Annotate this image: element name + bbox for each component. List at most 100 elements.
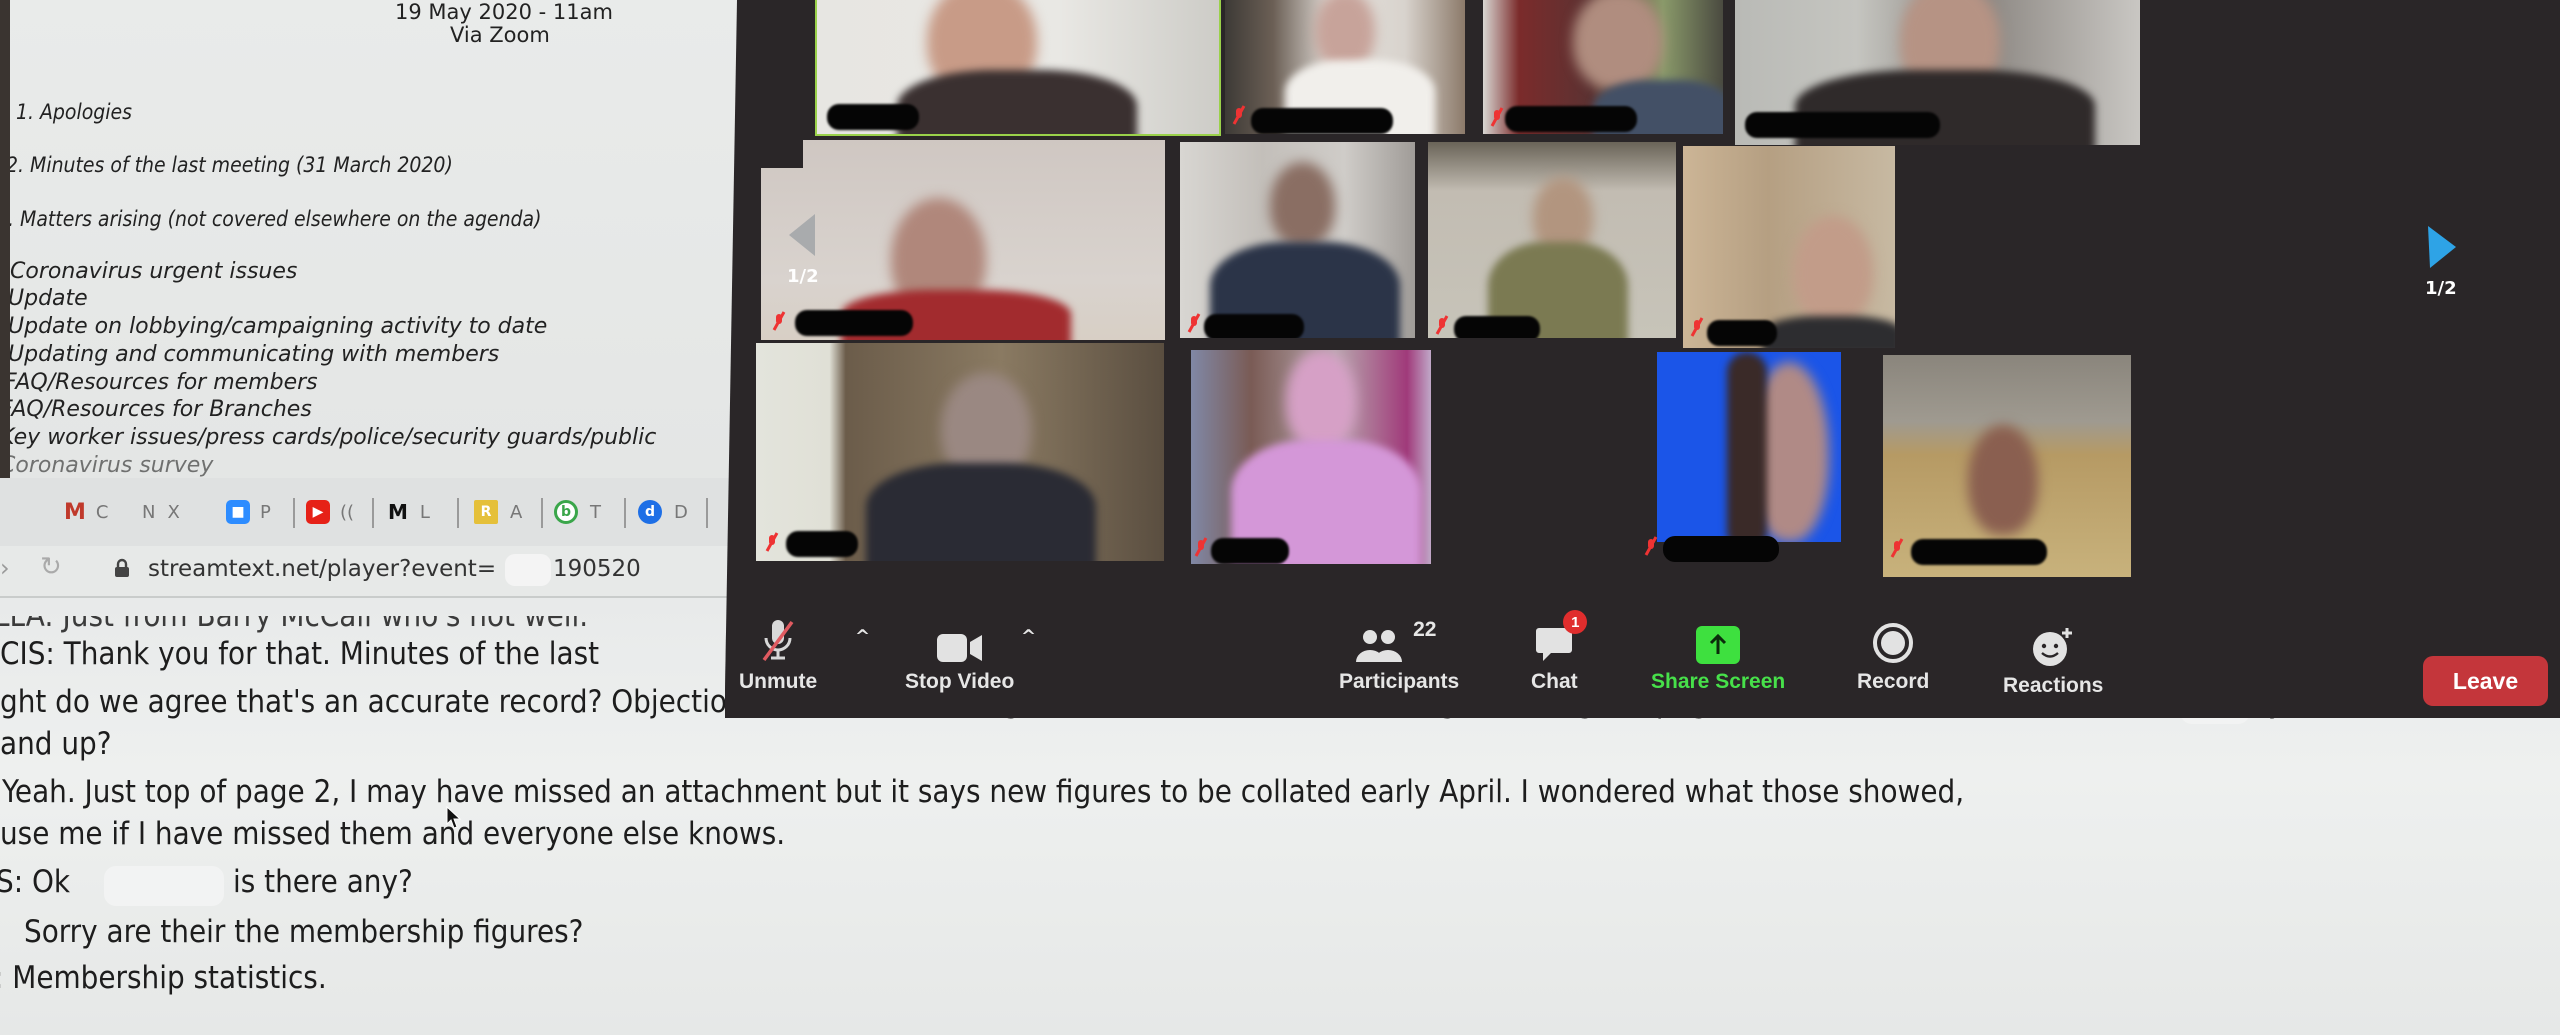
bookmark-separator bbox=[457, 498, 459, 528]
page-indicator: 1/2 bbox=[787, 266, 819, 287]
agenda-subitem: Key worker issues/press cards/police/sec… bbox=[0, 425, 657, 450]
reload-icon[interactable]: ↻ bbox=[40, 552, 62, 582]
previous-page-button[interactable]: 1/2 bbox=[787, 214, 819, 287]
agenda-subitem: Coronavirus survey bbox=[0, 453, 214, 478]
address-bar: › ↻ streamtext.net/player?event= 190520 bbox=[0, 546, 740, 598]
chat-unread-badge: 1 bbox=[1563, 610, 1588, 634]
bookmark-separator bbox=[541, 498, 543, 528]
transcript-line: S: Ok bbox=[0, 864, 71, 900]
participants-icon bbox=[1356, 630, 1403, 662]
redacted-name bbox=[104, 866, 224, 906]
url-suffix[interactable]: 190520 bbox=[553, 556, 641, 582]
transcript-line: LLA: Just from Barry McCall who's not we… bbox=[0, 598, 589, 634]
reactions-button[interactable]: Reactions bbox=[2003, 618, 2103, 698]
url-text[interactable]: streamtext.net/player?event= bbox=[148, 556, 496, 582]
participant-name-redacted bbox=[1251, 108, 1393, 134]
participant-tile[interactable] bbox=[1428, 142, 1676, 338]
transcript-line: CIS: Thank you for that. Minutes of the … bbox=[0, 636, 600, 672]
muted-mic-icon bbox=[1490, 107, 1504, 127]
muted-mic-icon bbox=[1690, 317, 1704, 337]
participant-tile[interactable] bbox=[1683, 146, 1895, 348]
bookmark-separator bbox=[706, 498, 708, 528]
bookmark-notion[interactable]: N X bbox=[142, 496, 180, 528]
agenda-subitem: Coronavirus urgent issues bbox=[10, 259, 298, 284]
participant-tile[interactable] bbox=[1657, 352, 1841, 542]
muted-mic-icon bbox=[1435, 315, 1449, 335]
forward-icon[interactable]: › bbox=[0, 554, 10, 582]
participant-tile[interactable] bbox=[1191, 350, 1431, 564]
r-icon: R bbox=[474, 500, 498, 524]
muted-mic-icon bbox=[1232, 105, 1246, 125]
bookmarks-bar: M C N X ■ P ▶ (( M L R A b T d D bbox=[0, 478, 740, 546]
zoom-meeting-window: 1/2 1/2 Unmute ^ Stop Video ^ 22 Partici… bbox=[725, 0, 2560, 718]
participant-tile[interactable] bbox=[756, 343, 1164, 561]
bookmark-medium[interactable]: M L bbox=[388, 496, 430, 528]
participant-tile[interactable] bbox=[761, 140, 1165, 340]
next-page-button[interactable]: 1/2 bbox=[2425, 226, 2457, 299]
muted-mic-icon bbox=[765, 532, 779, 552]
bookmark-youtube[interactable]: ▶ (( bbox=[306, 496, 354, 528]
bookmark-separator bbox=[293, 498, 295, 528]
share-screen-button[interactable]: Share Screen bbox=[1651, 614, 1785, 694]
agenda-item: 2. Minutes of the last meeting (31 March… bbox=[6, 153, 453, 177]
youtube-icon: ▶ bbox=[306, 500, 330, 524]
medium-icon: M bbox=[388, 500, 408, 524]
agenda-subitem: FAQ/Resources for members bbox=[4, 370, 318, 395]
bookmark-d[interactable]: d D bbox=[638, 496, 688, 528]
participant-tile[interactable] bbox=[1735, 0, 2140, 145]
d-icon: d bbox=[638, 500, 662, 524]
transcript-line: is there any? bbox=[233, 864, 413, 900]
leave-meeting-button[interactable]: Leave bbox=[2423, 656, 2548, 706]
participant-name-redacted bbox=[1204, 314, 1304, 338]
reactions-smiley-icon bbox=[2033, 628, 2073, 666]
agenda-subitem: Update on lobbying/campaigning activity … bbox=[8, 314, 548, 339]
bookmark-zoom[interactable]: ■ P bbox=[226, 496, 271, 528]
mouse-cursor-icon bbox=[446, 806, 462, 829]
participant-name-redacted bbox=[1211, 538, 1289, 564]
participant-name-redacted bbox=[795, 310, 913, 336]
participants-button[interactable]: 22 Participants bbox=[1339, 614, 1459, 694]
agenda-item: 3. Matters arising (not covered elsewher… bbox=[0, 207, 542, 231]
transcript-line: : Membership statistics. bbox=[0, 960, 327, 996]
muted-mic-icon bbox=[1890, 538, 1904, 558]
bookmark-b[interactable]: b T bbox=[554, 496, 601, 528]
muted-mic-icon bbox=[772, 311, 786, 331]
agenda-subitem: Update bbox=[8, 286, 88, 311]
audio-options-caret-icon[interactable]: ^ bbox=[855, 626, 870, 647]
bookmark-r[interactable]: R A bbox=[474, 496, 522, 528]
record-button[interactable]: Record bbox=[1857, 614, 1929, 694]
participant-name-redacted bbox=[786, 531, 858, 557]
redacted-region bbox=[505, 554, 551, 586]
gmail-icon: M bbox=[64, 499, 86, 525]
muted-mic-icon bbox=[1187, 313, 1201, 333]
participant-tile[interactable] bbox=[1225, 0, 1465, 134]
participant-name-redacted bbox=[1745, 112, 1940, 138]
participants-count: 22 bbox=[1413, 618, 1437, 641]
agenda-subitem: Updating and communicating with members bbox=[8, 342, 500, 367]
video-camera-icon bbox=[936, 634, 982, 662]
record-icon bbox=[1873, 623, 1914, 663]
participant-tile[interactable] bbox=[1883, 355, 2131, 577]
participant-name-redacted bbox=[1505, 106, 1637, 132]
stop-video-button[interactable]: Stop Video bbox=[905, 614, 1014, 694]
notion-icon: N bbox=[142, 501, 156, 523]
unmute-button[interactable]: Unmute bbox=[739, 614, 817, 694]
muted-mic-icon bbox=[1194, 537, 1208, 557]
participant-tile[interactable] bbox=[815, 0, 1221, 136]
transcript-line: use me if I have missed them and everyon… bbox=[0, 816, 786, 852]
muted-mic-icon bbox=[1644, 536, 1658, 556]
participant-name-redacted bbox=[1911, 539, 2047, 565]
participant-tile[interactable] bbox=[1180, 142, 1415, 338]
chat-button[interactable]: 1 Chat bbox=[1531, 610, 1588, 694]
muted-microphone-icon bbox=[762, 620, 794, 662]
participant-name-redacted bbox=[1454, 316, 1540, 338]
chevron-right-icon bbox=[2427, 226, 2456, 268]
bookmark-gmail[interactable]: M C bbox=[64, 496, 108, 528]
participant-tile[interactable] bbox=[1483, 0, 1723, 134]
video-options-caret-icon[interactable]: ^ bbox=[1021, 626, 1036, 647]
lock-icon bbox=[114, 558, 130, 582]
zoom-toolbar: Unmute ^ Stop Video ^ 22 Participants 1 … bbox=[725, 600, 2560, 718]
share-screen-icon bbox=[1696, 626, 1741, 664]
agenda-subitem: FAQ/Resources for Branches bbox=[0, 397, 312, 422]
agenda-document: 19 May 2020 - 11am Via Zoom 1. Apologies… bbox=[0, 0, 780, 478]
